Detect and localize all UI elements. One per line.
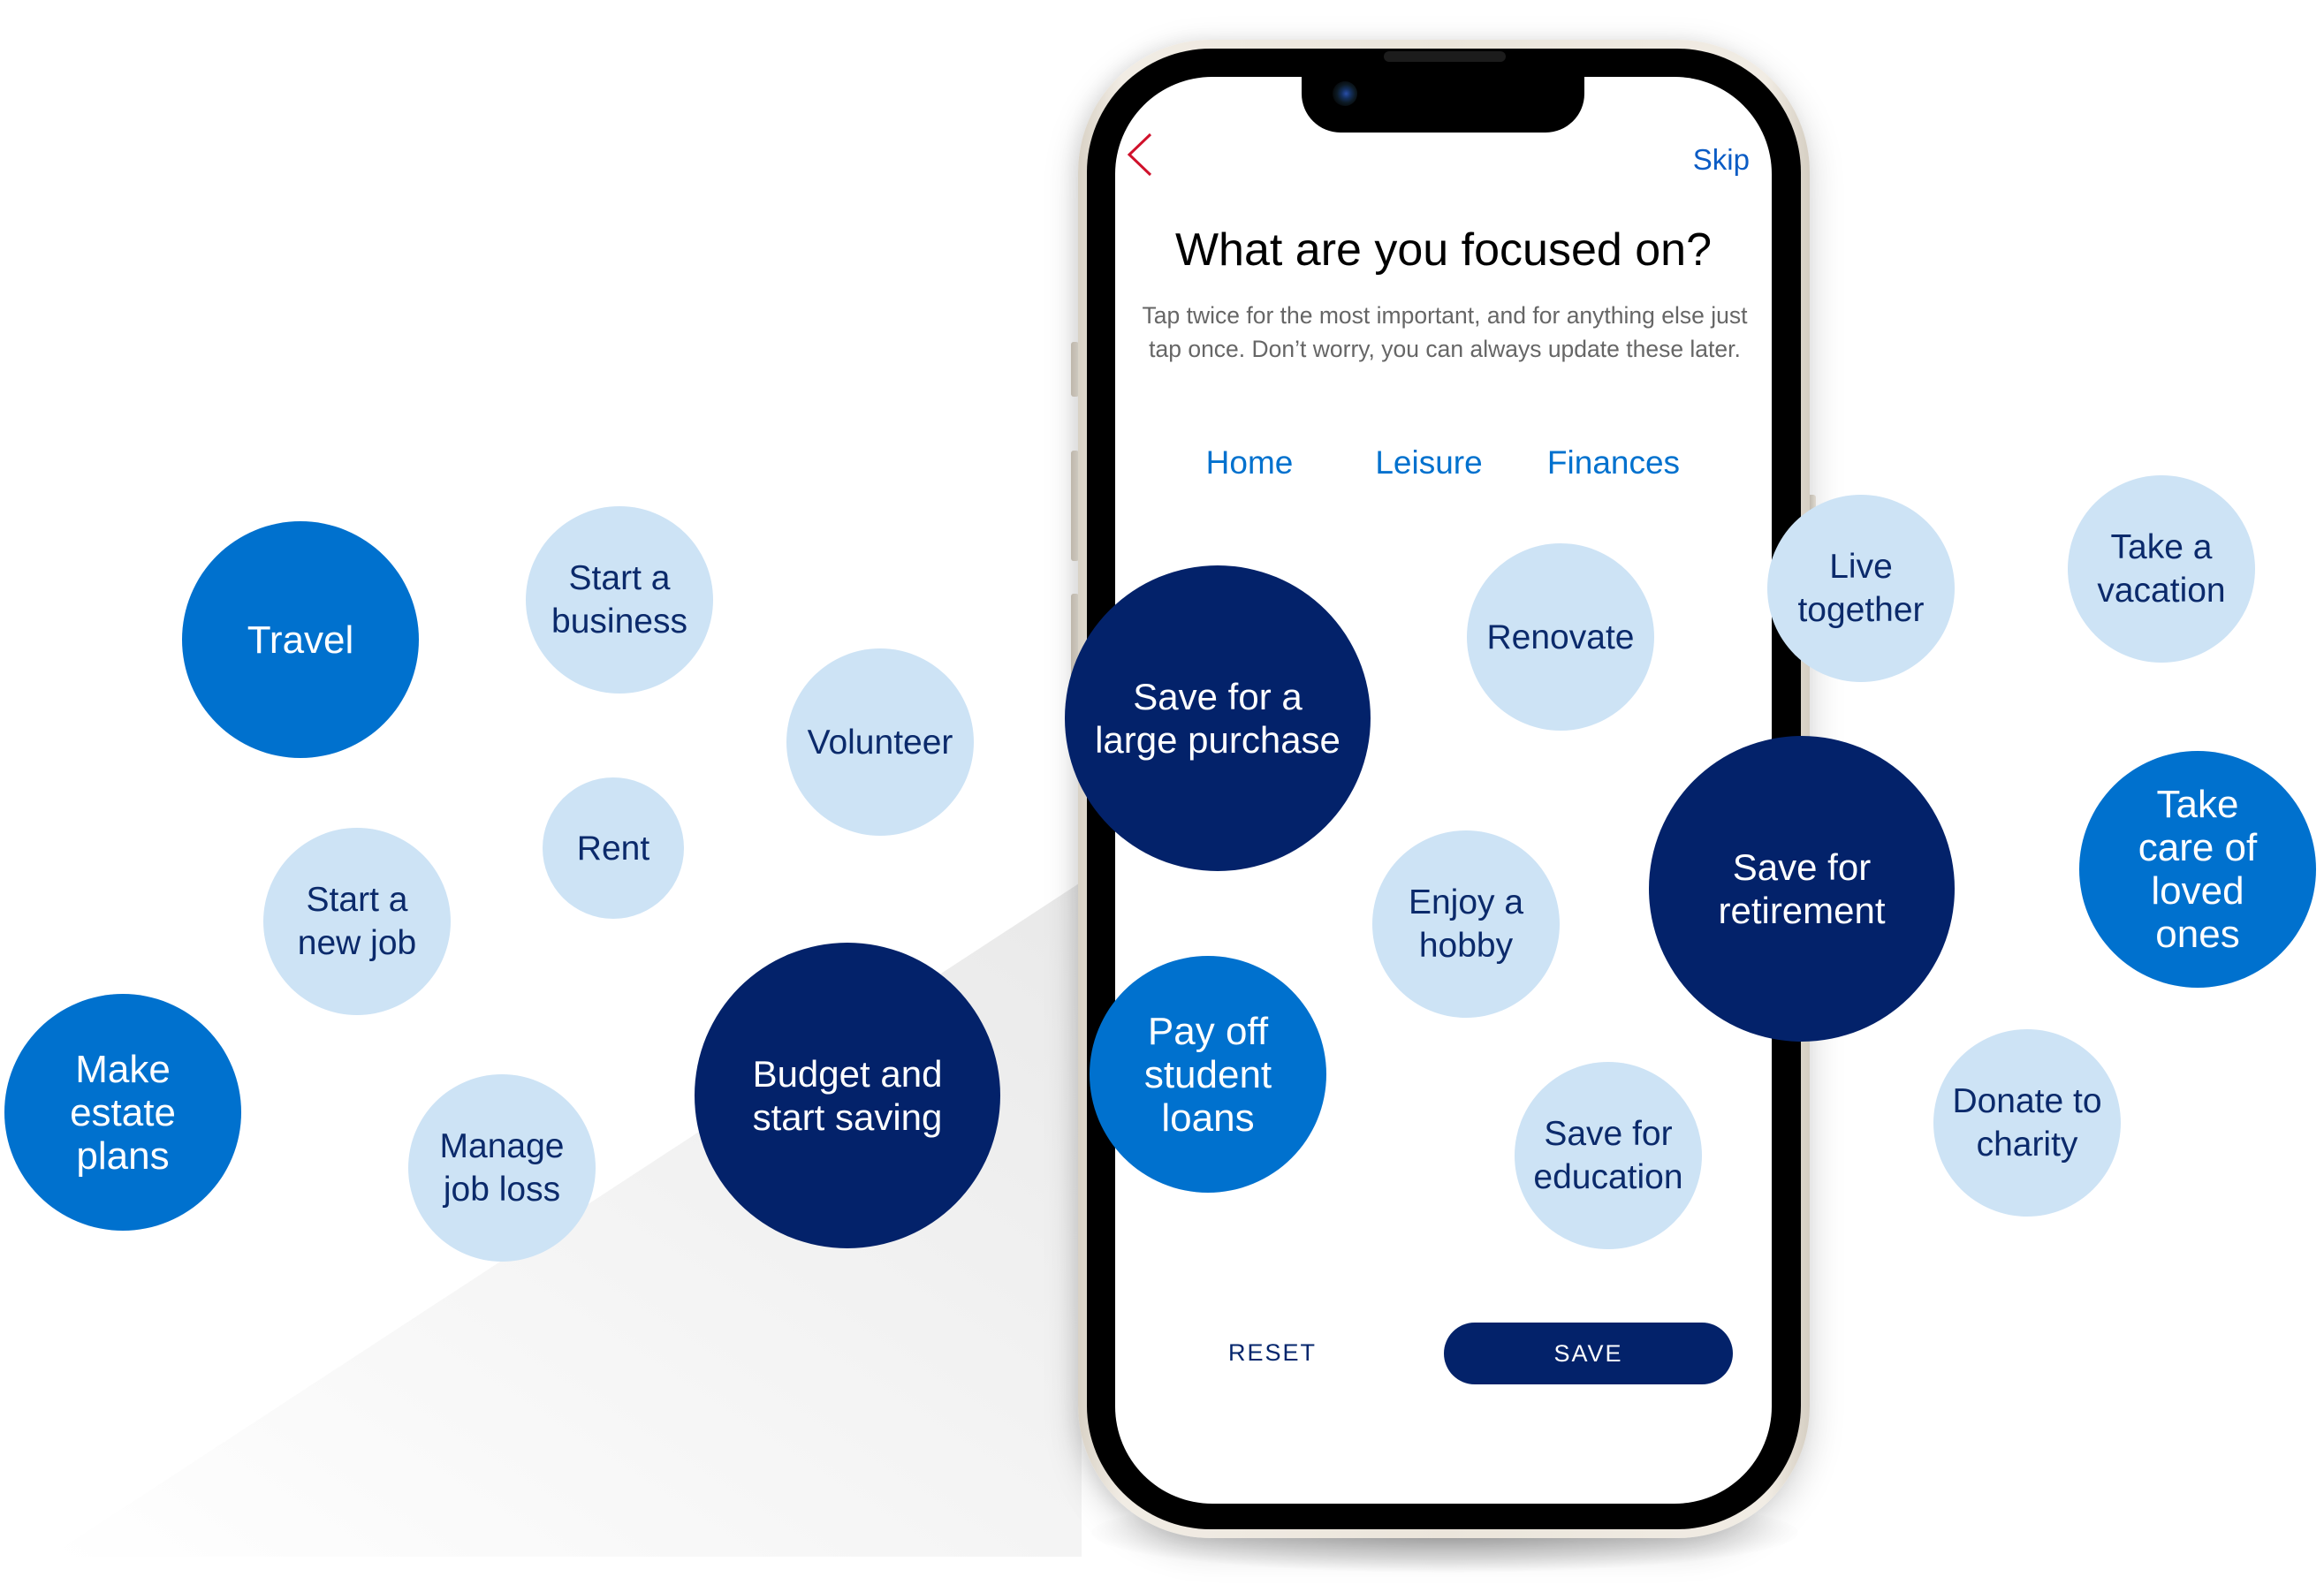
phone-speaker [1384,51,1506,62]
goal-bubble-rent[interactable]: Rent [543,777,684,919]
goal-label: Donate to charity [1952,1082,2102,1164]
goal-bubble-large-purchase[interactable]: Save for a large purchase [1065,565,1371,871]
goal-bubble-save-education[interactable]: Save for education [1515,1062,1702,1249]
goal-bubble-student-loans[interactable]: Pay off student loans [1090,956,1326,1193]
tab-finances[interactable]: Finances [1547,442,1680,484]
goal-label: Take a vacation [2097,528,2226,610]
goal-label: Manage job loss [439,1127,565,1209]
goal-label: Save for a large purchase [1095,676,1340,761]
goal-bubble-estate-plans[interactable]: Make estate plans [4,994,241,1231]
goal-label: Start a new job [297,881,417,962]
goal-bubble-take-vacation[interactable]: Take a vacation [2068,475,2255,663]
goal-label: Pay off student loans [1143,1009,1272,1140]
goal-bubble-renovate[interactable]: Renovate [1467,543,1654,731]
goal-label: Enjoy a hobby [1408,883,1524,965]
goal-bubble-budget-saving[interactable]: Budget and start saving [695,943,1000,1248]
goal-label: Renovate [1486,618,1635,656]
goal-bubble-travel[interactable]: Travel [182,521,419,758]
goal-bubble-volunteer[interactable]: Volunteer [786,648,974,836]
goal-bubble-live-together[interactable]: Live together [1767,495,1955,682]
goal-label: Save for retirement [1718,846,1886,931]
goal-bubble-enjoy-hobby[interactable]: Enjoy a hobby [1372,830,1560,1018]
save-button[interactable]: SAVE [1444,1323,1733,1384]
goal-bubble-manage-job-loss[interactable]: Manage job loss [408,1074,596,1262]
goal-bubble-care-loved-ones[interactable]: Take care of loved ones [2079,751,2316,988]
tab-home[interactable]: Home [1206,442,1294,484]
goal-bubble-donate-charity[interactable]: Donate to charity [1933,1029,2121,1217]
goal-bubble-start-business[interactable]: Start a business [526,506,713,694]
goal-label: Volunteer [807,723,953,762]
instructions-text: Tap twice for the most important, and fo… [1142,302,1748,362]
page-title: What are you focused on? [1174,224,1713,276]
chevron-left-icon [1127,133,1152,177]
reset-button[interactable]: RESET [1219,1332,1325,1373]
goal-label: Travel [247,618,354,662]
goal-bubble-start-new-job[interactable]: Start a new job [263,828,451,1015]
category-tabs: Home Leisure Finances [1115,442,1772,486]
goal-label: Save for education [1533,1115,1683,1196]
goal-bubble-save-retirement[interactable]: Save for retirement [1649,736,1955,1042]
camera-icon [1333,81,1357,106]
goal-label: Make estate plans [70,1047,176,1178]
skip-button[interactable]: Skip [1661,143,1750,182]
goal-label: Take care of loved ones [2138,783,2258,956]
goal-label: Budget and start saving [752,1053,943,1138]
goal-label: Rent [576,829,650,868]
back-button[interactable] [1124,131,1156,178]
goal-label: Live together [1797,548,1925,629]
goal-label: Start a business [551,559,687,641]
tab-leisure[interactable]: Leisure [1375,442,1482,484]
